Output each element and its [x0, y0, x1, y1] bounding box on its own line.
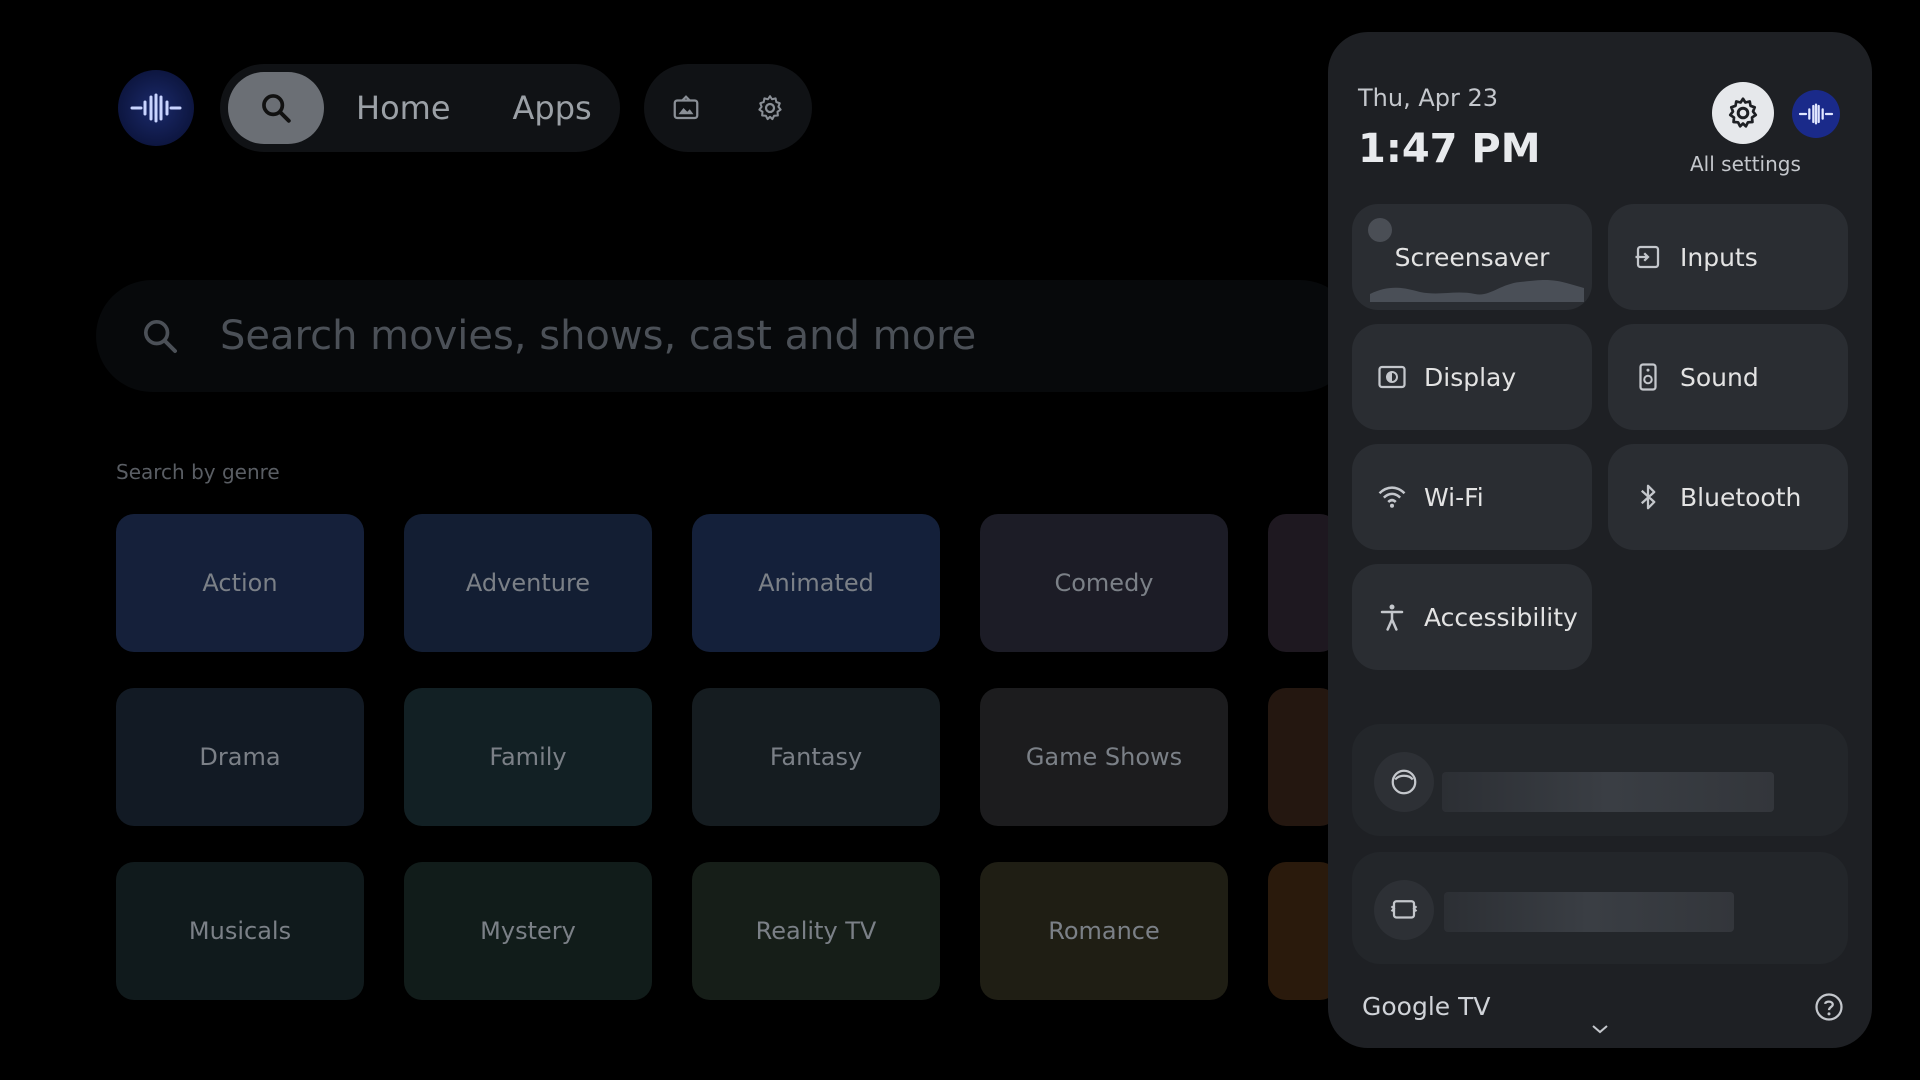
display-icon: [1376, 361, 1408, 393]
tile-label: Accessibility: [1424, 602, 1578, 632]
wifi-tile[interactable]: Wi-Fi: [1352, 444, 1592, 550]
genre-tile-romance[interactable]: Romance: [980, 862, 1228, 1000]
accessibility-tile[interactable]: Accessibility: [1352, 564, 1592, 670]
loading-card[interactable]: [1352, 724, 1848, 836]
genre-label: Comedy: [1054, 569, 1154, 597]
all-settings-label: All settings: [1690, 152, 1801, 176]
gear-icon: [1728, 97, 1758, 128]
skeleton-bar: [1444, 892, 1734, 932]
genre-tile-game-shows[interactable]: Game Shows: [980, 688, 1228, 826]
search-icon: [144, 320, 177, 353]
tile-label: Wi-Fi: [1424, 482, 1484, 512]
sound-wave-icon: [130, 93, 182, 123]
wifi-icon: [1376, 481, 1408, 513]
loading-card[interactable]: [1352, 852, 1848, 964]
tile-label: Inputs: [1680, 242, 1758, 272]
genre-tile-musicals[interactable]: Musicals: [116, 862, 364, 1000]
inputs-tile[interactable]: Inputs: [1608, 204, 1848, 310]
all-settings-button[interactable]: [1712, 82, 1774, 144]
panel-profile-avatar[interactable]: [1792, 90, 1840, 138]
tile-label: Sound: [1680, 362, 1759, 392]
screen-icon: [1390, 900, 1418, 919]
screensaver-indicator: [1368, 218, 1392, 242]
photo-frame-icon: [673, 95, 699, 120]
search-icon: [262, 94, 291, 123]
genre-label: Reality TV: [755, 917, 877, 945]
search-input[interactable]: Search movies, shows, cast and more: [96, 280, 1356, 392]
genre-tile-reality-tv[interactable]: Reality TV: [692, 862, 940, 1000]
skeleton-bar: [1442, 772, 1774, 812]
genre-label: Mystery: [480, 917, 576, 945]
display-tile[interactable]: Display: [1352, 324, 1592, 430]
settings-gear-icon: [758, 95, 782, 121]
loading-card-icon: [1374, 752, 1434, 812]
genre-label: Adventure: [465, 569, 591, 597]
speaker-icon: [1632, 361, 1664, 393]
face-icon: [1391, 769, 1417, 795]
genre-label: Family: [489, 743, 567, 771]
genre-tile-comedy[interactable]: Comedy: [980, 514, 1228, 652]
settings-nav-button[interactable]: [750, 88, 790, 128]
accessibility-icon: [1376, 601, 1408, 633]
genre-tile-drama[interactable]: Drama: [116, 688, 364, 826]
sound-wave-icon: [1798, 103, 1834, 125]
genre-tile-action[interactable]: Action: [116, 514, 364, 652]
tile-label: Display: [1424, 362, 1517, 392]
input-icon: [1632, 241, 1664, 273]
nav-utility-group: [644, 64, 812, 152]
loading-card-icon: [1374, 880, 1434, 940]
tile-label: Bluetooth: [1680, 482, 1802, 512]
genre-tile-animated[interactable]: Animated: [692, 514, 940, 652]
main-nav: Home Apps: [220, 64, 620, 152]
panel-date: Thu, Apr 23: [1358, 84, 1499, 112]
genre-tile-fantasy[interactable]: Fantasy: [692, 688, 940, 826]
tab-apps[interactable]: Apps: [513, 89, 592, 127]
genre-label: Fantasy: [769, 743, 863, 771]
profile-avatar[interactable]: [118, 70, 194, 146]
genre-tile-mystery[interactable]: Mystery: [404, 862, 652, 1000]
sound-tile[interactable]: Sound: [1608, 324, 1848, 430]
genre-tile-family[interactable]: Family: [404, 688, 652, 826]
tile-label: Screensaver: [1394, 242, 1550, 272]
tab-home[interactable]: Home: [356, 89, 451, 127]
search-placeholder: Search movies, shows, cast and more: [220, 313, 977, 359]
quick-settings-panel: Thu, Apr 23 1:47 PM All settings Screens…: [1328, 32, 1872, 1048]
ambient-mode-button[interactable]: [666, 88, 706, 128]
bluetooth-icon: [1632, 481, 1664, 513]
google-tv-logo: Google TV: [1362, 992, 1491, 1021]
screensaver-tile[interactable]: Screensaver: [1352, 204, 1592, 310]
genre-label: Action: [202, 569, 278, 597]
help-icon[interactable]: [1814, 992, 1844, 1022]
genre-label: Animated: [758, 569, 874, 597]
genre-label: Game Shows: [1025, 743, 1183, 771]
bluetooth-tile[interactable]: Bluetooth: [1608, 444, 1848, 550]
mountain-wave-icon: [1370, 280, 1584, 302]
genre-label: Drama: [199, 743, 281, 771]
genre-label: Musicals: [188, 917, 292, 945]
genre-section-heading: Search by genre: [116, 460, 280, 484]
panel-time: 1:47 PM: [1358, 126, 1541, 172]
genre-label: Romance: [1048, 917, 1160, 945]
search-tab[interactable]: [228, 72, 324, 144]
chevron-down-icon[interactable]: [1590, 1022, 1610, 1036]
genre-tile-adventure[interactable]: Adventure: [404, 514, 652, 652]
